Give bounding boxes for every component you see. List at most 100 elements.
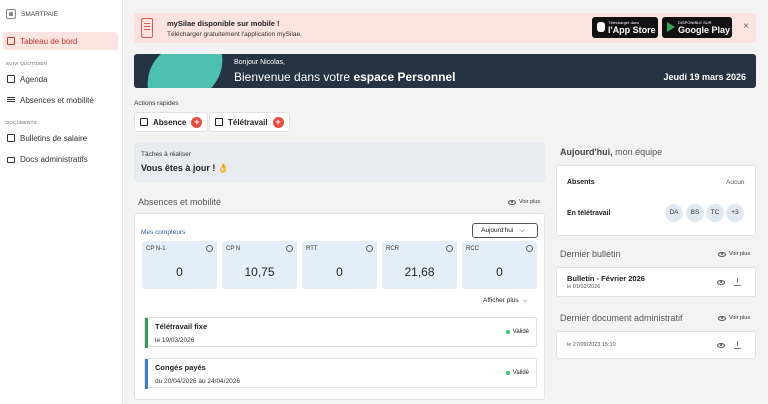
calendar-icon [7,75,15,83]
avatar[interactable]: TC [706,204,724,222]
sidebar-item-admin-docs[interactable]: Docs administratifs [3,150,118,168]
eye-icon [718,315,726,321]
see-more-label: Voir plus [519,199,541,205]
close-icon[interactable]: × [743,21,749,32]
main-content: mySilae disponible sur mobile ! Téléchar… [124,0,768,404]
absence-action-button[interactable]: Absence + [134,112,209,132]
action-label: Absence [153,117,187,127]
request-title: Télétravail fixe [155,322,208,331]
dashboard-icon [7,37,15,45]
avatar-more[interactable]: +3 [726,204,744,222]
payslip-see-more-link[interactable]: Voir plus [718,251,750,257]
info-icon[interactable] [446,245,453,252]
sidebar-item-agenda[interactable]: Agenda [3,70,118,88]
telework-action-button[interactable]: Télétravail + [209,112,290,132]
counter-label: CP N [226,246,241,252]
request-title: Congés payés [155,363,206,372]
app-store-button[interactable]: Télécharger dans l'App Store [592,17,658,38]
request-date: le 19/03/2026 [155,337,195,344]
plus-icon: + [191,116,203,128]
show-more-button[interactable]: Afficher plus ⌵ [483,297,528,305]
team-card [556,165,756,236]
counter-value: 0 [496,265,503,279]
banner-subtitle: Télécharger gratuitement l'application m… [167,31,302,38]
show-more-label: Afficher plus [483,297,519,304]
info-icon[interactable] [366,245,373,252]
action-label: Télétravail [228,117,268,127]
admin-doc-see-more-link[interactable]: Voir plus [718,315,750,321]
info-icon[interactable] [526,245,533,252]
counter-rcc: RCC 0 [462,241,537,289]
sidebar-item-label: Absences et mobilité [20,95,94,105]
view-eye-icon[interactable] [717,343,725,348]
period-select-value: Aujourd'hui [481,227,514,234]
absences-title: Absences et mobilité [138,197,222,207]
status-badge: Validé [505,329,529,335]
current-date: Jeudi 19 mars 2026 [663,72,746,82]
counters-label: Mes compteurs [141,229,186,236]
eye-icon [718,251,726,257]
counter-rtt: RTT 0 [302,241,377,289]
absences-see-more-link[interactable]: Voir plus [508,199,540,205]
status-bar [145,318,148,348]
mobile-app-banner: mySilae disponible sur mobile ! Téléchar… [134,13,756,43]
view-eye-icon[interactable] [717,280,725,285]
download-icon[interactable] [734,278,741,286]
team-title-suffix: mon équipe [615,147,663,157]
sidebar-item-absences[interactable]: Absences et mobilité [3,91,118,109]
plus-icon: + [272,116,284,128]
request-row[interactable]: Télétravail fixe le 19/03/2026 Validé [144,317,537,348]
brand[interactable]: SMARTPAIE [6,9,58,19]
decorative-shape-icon [142,54,228,88]
tasks-status: Vous êtes à jour ! 👌 [141,163,230,173]
status-dot-icon [505,371,510,375]
status-dot-icon [505,330,510,334]
request-row[interactable]: Congés payés du 20/04/2026 au 24/04/2026… [144,358,537,389]
counter-label: CP N-1 [146,246,166,252]
calendar-icon [140,118,148,126]
tasks-panel: Tâches à réaliser Vous êtes à jour ! 👌 [134,142,545,182]
company-logo-icon [6,9,16,19]
sidebar-item-label: Tableau de bord [20,36,78,46]
counter-cp-n1: CP N-1 0 [142,241,217,289]
payslip-date: le 01/02/2026 [567,284,601,290]
see-more-label: Voir plus [729,315,751,321]
sidebar-section-label: SUIVI QUOTIDIEN [6,61,48,66]
status-label: Validé [512,329,529,335]
google-play-button[interactable]: DISPONIBLE SUR Google Play [662,17,732,38]
status-badge: Validé [505,370,529,376]
sidebar-item-payslips[interactable]: Bulletins de salaire [3,129,118,147]
welcome-hero: Bonjour Nicolas, Bienvenue dans votre es… [134,54,756,88]
sidebar-item-label: Bulletins de salaire [20,133,88,143]
sidebar-item-label: Docs administratifs [20,154,88,164]
info-icon[interactable] [286,245,293,252]
document-icon [7,134,15,142]
banner-title: mySilae disponible sur mobile ! [167,19,280,28]
payslip-name: Bulletin - Février 2026 [567,274,645,283]
sidebar-item-dashboard[interactable]: Tableau de bord [3,32,118,50]
counter-label: RCC [466,246,479,252]
admin-doc-date: le 27/09/2023 15:10 [567,342,616,348]
folder-icon [7,156,15,163]
avatar[interactable]: DA [665,204,683,222]
counter-value: 0 [176,265,183,279]
period-select[interactable]: Aujourd'hui ⌵ [472,223,538,238]
sidebar-item-label: Agenda [20,74,48,84]
home-icon [215,118,223,126]
app-store-label: l'App Store [608,25,656,35]
counter-value: 0 [336,265,343,279]
absents-value: Aucun [726,179,745,186]
info-icon[interactable] [206,245,213,252]
counter-rcr: RCR 21,68 [382,241,457,289]
absents-label: Absents [567,179,595,186]
remote-label: En télétravail [567,210,611,217]
chevron-down-icon: ⌵ [519,226,525,234]
team-title-strong: Aujourd'hui, [560,147,613,157]
chevron-down-icon: ⌵ [522,297,528,304]
sidebar-section-label: DOCUMENTS [6,120,37,125]
greeting: Bonjour Nicolas, [234,59,285,66]
avatar[interactable]: BS [686,204,704,222]
hero-title: Bienvenue dans votre espace Personnel [234,70,456,84]
hero-title-strong: espace Personnel [353,70,456,84]
download-icon[interactable] [734,341,741,349]
